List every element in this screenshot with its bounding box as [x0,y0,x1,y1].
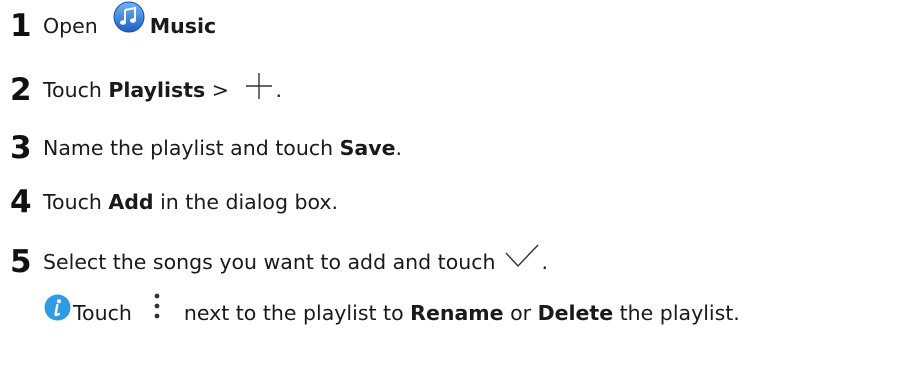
step-text-prefix: Select the songs you want to add and tou… [43,250,496,274]
step-bold: Music [149,14,217,38]
step-text-prefix: Name the playlist and touch [43,136,340,160]
step-text-suffix: in the dialog box. [153,190,339,214]
note-text-or: or [503,301,538,325]
step-number: 4 [10,184,32,220]
step-3: 3 Name the playlist and touch Save . [10,130,402,166]
step-text-end: . [541,250,549,274]
step-5: 5 Select the songs you want to add and t… [10,244,548,280]
checkmark-icon [505,244,539,268]
step-number: 5 [10,244,32,280]
step-bold: Playlists [108,78,206,102]
step-text-prefix: Touch [43,190,109,214]
step-4: 4 Touch Add in the dialog box. [10,184,338,220]
step-text: Touch Add in the dialog box. [43,190,338,214]
step-text: Select the songs you want to add and tou… [43,244,549,275]
step-text-prefix: Touch [43,78,109,102]
plus-icon [246,73,273,99]
info-note: Touch next to the playlist to Rename or … [44,293,740,328]
step-bold: Add [108,190,154,214]
note-text-prefix: Touch [73,301,132,325]
step-text-suffix: . [395,136,403,160]
note-text-suffix: the playlist. [613,301,740,325]
step-2: 2 Touch Playlists > . [10,72,282,108]
more-options-icon [154,293,160,319]
step-text: Open Music [43,1,217,43]
delete-text: Delete [537,301,614,325]
rename-text: Rename [410,301,504,325]
step-1: 1 Open Music [10,1,217,44]
music-app-icon [113,1,145,33]
step-text: Name the playlist and touch Save . [43,136,402,160]
step-text-prefix: Open [43,14,98,38]
info-icon [44,294,71,320]
step-number: 2 [10,72,32,108]
step-text: Touch Playlists > . [43,73,282,104]
step-number: 1 [10,8,32,44]
step-text-end: . [275,78,282,102]
step-text-suffix: > [205,78,236,102]
step-number: 3 [10,130,32,166]
step-bold: Save [339,136,396,160]
note-text-mid: next to the playlist to [183,301,411,325]
